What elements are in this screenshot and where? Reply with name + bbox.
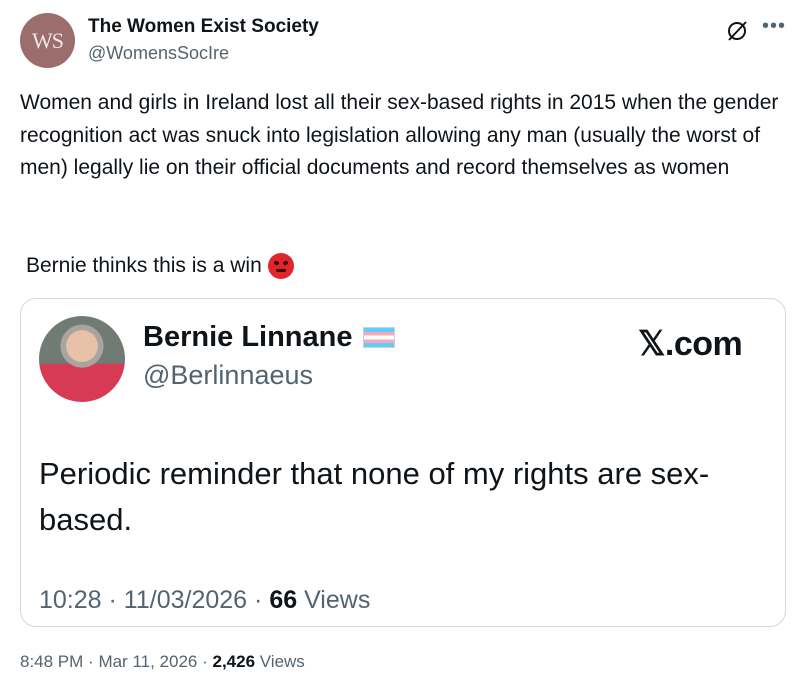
quoted-author-handle: @Berlinnaeus: [143, 360, 314, 390]
grok-icon[interactable]: [725, 19, 749, 43]
angry-face-icon: [267, 253, 294, 279]
views-count[interactable]: 2,426: [212, 652, 255, 671]
footer-separator: ·: [88, 652, 99, 671]
tweet-extra-text: Bernie thinks this is a win: [26, 254, 262, 277]
quoted-post-card[interactable]: Bernie Linnane @Berlinnaeus 𝕏.com Period…: [20, 298, 786, 627]
quoted-author-avatar: [39, 316, 125, 402]
post-time[interactable]: 8:48 PM: [20, 652, 83, 671]
quoted-post-date: 11/03/2026: [123, 586, 248, 614]
footer-separator: ·: [202, 652, 213, 671]
meta-separator: ·: [108, 586, 124, 614]
quoted-post-time: 10:28: [39, 586, 102, 614]
quoted-author-name-row: Bernie Linnane: [143, 321, 395, 354]
quoted-post-meta: 10:28 · 11/03/2026 · 66 Views: [39, 586, 370, 615]
author-name[interactable]: The Women Exist Society: [88, 16, 319, 38]
meta-separator: ·: [254, 586, 270, 614]
transgender-flag-icon: [362, 327, 395, 348]
tweet-text: Women and girls in Ireland lost all thei…: [20, 91, 785, 179]
quoted-author-name: Bernie Linnane: [143, 321, 353, 353]
tweet-footer: 8:48 PM · Mar 11, 2026 · 2,426 Views: [20, 652, 305, 672]
more-icon[interactable]: •••: [762, 15, 786, 38]
author-handle[interactable]: @WomensSocIre: [88, 43, 229, 64]
tweet-extra-line: Bernie thinks this is a win: [26, 250, 294, 282]
quoted-post-text: Periodic reminder that none of my rights…: [39, 456, 710, 537]
post-date[interactable]: Mar 11, 2026: [98, 652, 197, 671]
quoted-views-count: 66: [269, 586, 298, 614]
author-avatar[interactable]: WS: [20, 13, 75, 68]
quoted-views-label: Views: [304, 586, 371, 614]
tweet-header: WS The Women Exist Society @WomensSocIre…: [20, 13, 790, 71]
x-brand-logo: 𝕏.com: [638, 325, 743, 363]
views-label: Views: [259, 652, 305, 671]
